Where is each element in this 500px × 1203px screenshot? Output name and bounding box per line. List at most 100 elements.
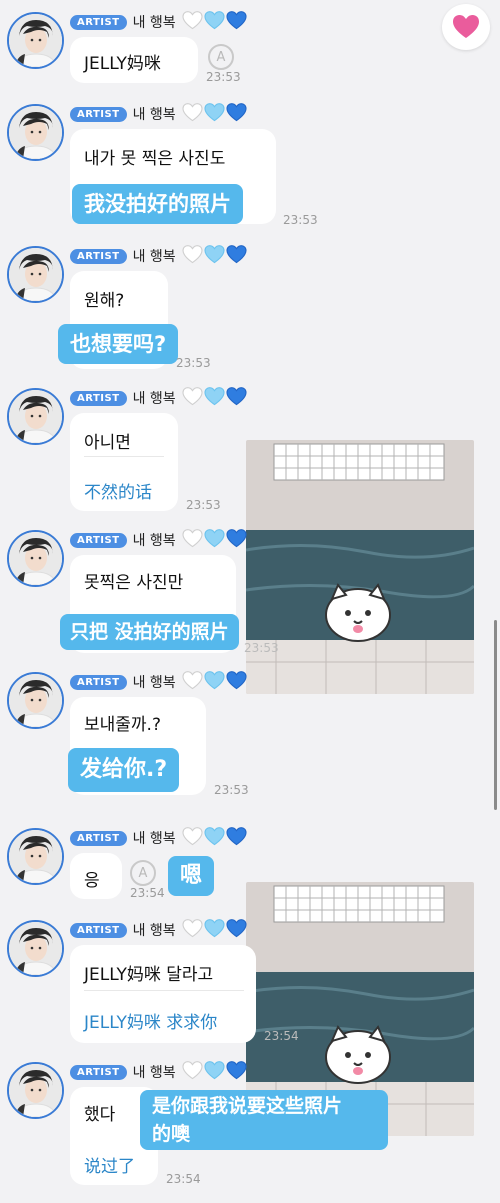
artist-avatar[interactable] <box>7 104 64 161</box>
light-blue-heart-icon <box>204 10 225 34</box>
white-heart-icon <box>182 244 203 268</box>
chat-message: ARTIST 내 행복 못찍은 사진만 只把 没拍好的照片 23:53 <box>0 528 500 660</box>
sender-name: 내 행복 <box>132 391 176 407</box>
chat-message: ARTIST 내 행복 JELLY妈咪 A 23:53 <box>0 10 500 92</box>
heart-badges <box>182 102 247 126</box>
artist-avatar[interactable] <box>7 1062 64 1119</box>
message-text: 원해? <box>84 291 125 311</box>
heart-badges <box>182 670 247 694</box>
message-text: 아니면 <box>84 433 131 453</box>
message-text: JELLY妈咪 달라고 <box>84 965 214 985</box>
message-text: 내가 못 찍은 사진도 <box>84 149 226 169</box>
blue-heart-icon <box>226 244 247 268</box>
chat-screen: ARTIST 내 행복 JELLY妈咪 A 23:53 ARTIST 내 행복 … <box>0 0 500 1203</box>
chat-message: ARTIST 내 행복 내가 못 찍은 사진도 我没拍好的照片 23:53 <box>0 102 500 234</box>
message-text: 못찍은 사진만 <box>84 573 184 593</box>
artist-avatar[interactable] <box>7 530 64 587</box>
white-heart-icon <box>182 670 203 694</box>
sender-name: 내 행복 <box>132 15 176 31</box>
white-heart-icon <box>182 528 203 552</box>
person-portrait-icon <box>9 14 62 67</box>
divider <box>84 456 164 457</box>
artist-badge: ARTIST <box>70 532 127 548</box>
light-blue-heart-icon <box>204 528 225 552</box>
artist-badge: ARTIST <box>70 248 127 264</box>
translation-sticker: 是你跟我说要这些照片 的噢 <box>140 1090 388 1150</box>
message-time: 23:54 <box>166 1172 201 1186</box>
message-header: ARTIST 내 행복 <box>70 1060 247 1084</box>
chat-message: ARTIST 내 행복 아니면 不然的话 23:53 <box>0 386 500 518</box>
white-heart-icon <box>182 102 203 126</box>
scrollbar[interactable] <box>494 620 497 810</box>
chat-message: ARTIST 내 행복 JELLY妈咪 달라고 JELLY妈咪 求求你 23:5… <box>0 918 500 1050</box>
artist-badge: ARTIST <box>70 674 127 690</box>
blue-heart-icon <box>226 10 247 34</box>
artist-avatar[interactable] <box>7 672 64 729</box>
artist-badge: ARTIST <box>70 1064 127 1080</box>
heart-badges <box>182 528 247 552</box>
person-portrait-icon <box>9 248 62 301</box>
translation-sticker: 发给你.? <box>68 748 180 792</box>
white-heart-icon <box>182 1060 203 1084</box>
white-heart-icon <box>182 386 203 410</box>
artist-avatar[interactable] <box>7 12 64 69</box>
message-header: ARTIST 내 행복 <box>70 670 247 694</box>
white-heart-icon <box>182 918 203 942</box>
light-blue-heart-icon <box>204 670 225 694</box>
sender-name: 내 행복 <box>132 533 176 549</box>
translation-sticker-line: 是你跟我说要这些照片 <box>152 1095 343 1117</box>
artist-badge: ARTIST <box>70 922 127 938</box>
blue-heart-icon <box>226 102 247 126</box>
message-time: 23:53 <box>176 356 211 370</box>
message-time: 23:53 <box>206 70 241 84</box>
sender-name: 내 행복 <box>132 1065 176 1081</box>
sender-name: 내 행복 <box>132 249 176 265</box>
message-time: 23:53 <box>244 641 279 655</box>
blue-heart-icon <box>226 386 247 410</box>
light-blue-heart-icon <box>204 826 225 850</box>
light-blue-heart-icon <box>204 918 225 942</box>
white-heart-icon <box>182 826 203 850</box>
message-time: 23:53 <box>283 213 318 227</box>
heart-badges <box>182 918 247 942</box>
person-portrait-icon <box>9 922 62 975</box>
light-blue-heart-icon <box>204 1060 225 1084</box>
sender-name: 내 행복 <box>132 923 176 939</box>
message-text: JELLY妈咪 <box>84 54 161 74</box>
divider <box>84 990 244 991</box>
person-portrait-icon <box>9 532 62 585</box>
artist-avatar[interactable] <box>7 920 64 977</box>
chat-message: ARTIST 내 행복 했다 是你跟我说要这些照片 的噢 说过了 23:54 <box>0 1060 500 1192</box>
message-text: 했다 <box>84 1105 116 1125</box>
artist-avatar[interactable] <box>7 828 64 885</box>
heart-badges <box>182 386 247 410</box>
translate-toggle-icon[interactable]: A <box>130 860 156 886</box>
person-portrait-icon <box>9 106 62 159</box>
message-header: ARTIST 내 행복 <box>70 10 247 34</box>
artist-badge: ARTIST <box>70 830 127 846</box>
message-header: ARTIST 내 행복 <box>70 244 247 268</box>
sender-name: 내 행복 <box>132 675 176 691</box>
person-portrait-icon <box>9 674 62 727</box>
translation-sticker: 只把 没拍好的照片 <box>60 614 239 650</box>
heart-badges <box>182 826 247 850</box>
light-blue-heart-icon <box>204 102 225 126</box>
blue-heart-icon <box>226 1060 247 1084</box>
translation-text: 不然的话 <box>84 483 152 503</box>
sender-name: 내 행복 <box>132 107 176 123</box>
blue-heart-icon <box>226 918 247 942</box>
translate-toggle-icon[interactable]: A <box>208 44 234 70</box>
blue-heart-icon <box>226 826 247 850</box>
translation-sticker: 嗯 <box>168 856 215 896</box>
blue-heart-icon <box>226 528 247 552</box>
message-text: 보내줄까.? <box>84 715 161 735</box>
heart-badges <box>182 244 247 268</box>
message-text: 응 <box>84 871 100 891</box>
artist-badge: ARTIST <box>70 106 127 122</box>
sender-name: 내 행복 <box>132 831 176 847</box>
light-blue-heart-icon <box>204 244 225 268</box>
message-time: 23:53 <box>186 498 221 512</box>
artist-avatar[interactable] <box>7 388 64 445</box>
person-portrait-icon <box>9 390 62 443</box>
artist-avatar[interactable] <box>7 246 64 303</box>
